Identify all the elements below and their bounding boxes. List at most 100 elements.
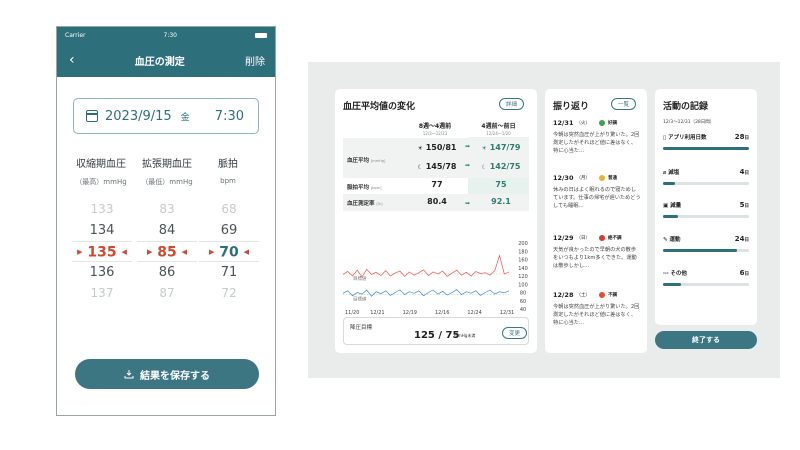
systolic-label: 収縮期血圧 bbox=[76, 159, 126, 170]
activity-count: 24日 bbox=[734, 235, 749, 243]
bp-evening-new: ☾ 142/75 bbox=[481, 162, 521, 171]
col2-range: 12/24～1/20 bbox=[486, 131, 511, 136]
y-tick-label: 60 bbox=[520, 299, 526, 305]
diastolic-label: 拡張期血圧 bbox=[142, 159, 192, 170]
activity-title: 活動の記録 bbox=[663, 102, 709, 112]
download-icon bbox=[124, 370, 134, 379]
change-button[interactable]: 変更 bbox=[502, 327, 528, 339]
review-entry[interactable]: 12/28 （土） 不調 今朝は突然血圧が上がり驚いた。2回測定したがそれほど値に差は… bbox=[553, 291, 641, 327]
review-date: 12/30 （月） 普通 bbox=[553, 174, 641, 182]
activity-count: 5日 bbox=[739, 201, 749, 209]
bp-avg-label: 血圧平均 [mmHg] bbox=[347, 158, 386, 164]
moon-icon: ☾ bbox=[417, 164, 423, 171]
mood-icon bbox=[598, 235, 605, 241]
column-header: 4週前～前日 12/24～1/20 bbox=[468, 121, 529, 137]
bp-morning-new: ☀ 147/79 bbox=[481, 143, 521, 152]
progress-fill bbox=[663, 182, 676, 185]
arrow-right-icon: ➡ bbox=[465, 162, 471, 169]
picker-value: 84 bbox=[158, 223, 176, 238]
systolic-picker[interactable]: 133 134 ▶ 135 ◀ 136 137 bbox=[72, 199, 132, 304]
x-tick-label: 12/31 bbox=[500, 310, 514, 315]
finish-button[interactable]: 終了する bbox=[655, 331, 757, 349]
review-date: 12/28 （土） 不調 bbox=[553, 291, 641, 299]
right-arrow-icon: ▶ bbox=[146, 248, 153, 256]
column-header: 8週～4週前 12/3～12/23 bbox=[405, 121, 465, 137]
mood-label: 普通 bbox=[607, 176, 617, 181]
picker-value: 72 bbox=[221, 286, 237, 300]
back-button[interactable]: ‹ bbox=[69, 53, 75, 67]
run-icon: ✎ bbox=[663, 237, 668, 243]
bp-trend-chart: 200180160140120100806040目標値目標値11/20 12/21… bbox=[343, 241, 528, 315]
battery-icon bbox=[254, 32, 267, 38]
entry-dow: （土） bbox=[576, 293, 590, 298]
activity-row: ▣ 減量 5日 bbox=[663, 201, 749, 218]
activity-count: 28日 bbox=[734, 133, 749, 141]
systolic-selected-value: 135 bbox=[87, 244, 117, 261]
carrier-label: Carrier bbox=[65, 31, 86, 39]
pulse-header: 脈拍 bpm bbox=[207, 155, 249, 185]
rate-old: 80.4 bbox=[427, 197, 447, 206]
page-title: 血圧の測定 bbox=[134, 56, 185, 68]
entry-dow: （火） bbox=[576, 121, 590, 126]
y-tick-label: 120 bbox=[518, 274, 528, 280]
review-date: 12/29 （日） 絶不調 bbox=[553, 234, 641, 242]
activity-card: 活動の記録 12/3～12/31（28日間） ▯ アプリ利用日数 28日 ⌀ 減塩 4… bbox=[655, 89, 757, 325]
bp-morning-old: ☀ 150/81 bbox=[417, 143, 457, 152]
rate-label: 血圧測定率 [%] bbox=[347, 201, 383, 207]
app-bar: ‹ 血圧の測定 削除 bbox=[57, 43, 275, 77]
arrow-right-icon: ➡ bbox=[465, 200, 471, 207]
picker-value: 133 bbox=[90, 202, 114, 216]
target-unit: mmHg未満 bbox=[454, 333, 476, 338]
diastolic-picker[interactable]: 83 84 ▶ 85 ◀ 86 87 bbox=[137, 199, 197, 304]
activity-row: ⌀ 減塩 4日 bbox=[663, 168, 749, 185]
mood-label: 絶不調 bbox=[607, 236, 622, 241]
x-tick-label: 12/21 bbox=[370, 310, 384, 315]
day-of-week: 金 bbox=[180, 112, 190, 123]
entry-date: 12/31 bbox=[553, 119, 574, 127]
list-button[interactable]: 一覧 bbox=[611, 98, 637, 110]
mood-label: 好調 bbox=[607, 121, 617, 126]
x-tick-label: 12/19 bbox=[403, 310, 417, 315]
detail-button[interactable]: 詳細 bbox=[499, 98, 525, 110]
picker-value: 71 bbox=[220, 265, 238, 280]
target-value: 125 / 75 bbox=[414, 330, 460, 341]
mood-icon bbox=[598, 120, 605, 126]
progress-fill bbox=[663, 147, 749, 150]
picker-selected: ▶ 70 ◀ bbox=[199, 241, 259, 262]
scale-icon: ▣ bbox=[663, 203, 669, 209]
activity-progress-bar bbox=[663, 249, 749, 252]
col1-range: 12/3～12/23 bbox=[422, 131, 448, 136]
picker-value: 134 bbox=[89, 223, 115, 238]
review-text: 天気が良かったので早朝の犬の散歩をいつもより1km多くできた。運動は散歩しかし… bbox=[553, 247, 637, 269]
target-box: 降圧目標 125 / 75 mmHg未満 変更 bbox=[343, 317, 529, 345]
time-value: 7:30 bbox=[214, 108, 244, 124]
series-line bbox=[343, 289, 510, 297]
mood-label: 不調 bbox=[607, 293, 617, 298]
goal-line-label: 目標値 bbox=[353, 275, 367, 282]
review-entry[interactable]: 12/30 （月） 普通 休みの日はよく眠れるので寝ためしています。仕事の帰宅が遅いた… bbox=[553, 174, 641, 210]
date-time-selector[interactable]: 2023/9/15 金 7:30 bbox=[73, 98, 259, 134]
y-tick-label: 200 bbox=[518, 241, 528, 247]
review-entry[interactable]: 12/31 （火） 好調今朝は突然血圧が上がり驚いた。2回測定したがそれほど値に差は… bbox=[553, 119, 641, 155]
review-text: 今朝は突然血圧が上がり驚いた。2回測定したがそれほど値に差はなく、特に心当た… bbox=[553, 132, 640, 154]
review-entry[interactable]: 12/29 （日） 絶不調 天気が良かったので早朝の犬の散歩をいつもより1km多くでき… bbox=[553, 234, 641, 270]
save-result-button[interactable]: 結果を保存する bbox=[75, 359, 259, 389]
salt-icon: ⌀ bbox=[663, 170, 667, 176]
entry-date: 12/30 bbox=[553, 174, 574, 182]
delete-button[interactable]: 削除 bbox=[245, 53, 265, 68]
y-tick-label: 40 bbox=[520, 307, 526, 313]
diastolic-selected-value: 85 bbox=[157, 244, 177, 261]
pulse-avg-label: 脈拍平均 [bpm] bbox=[347, 185, 382, 191]
activity-row: ⋯ その他 6日 bbox=[663, 269, 749, 286]
pulse-picker[interactable]: 68 69 ▶ 70 ◀ 71 72 bbox=[199, 199, 259, 304]
diastolic-unit: （最低）mmHg bbox=[141, 178, 193, 186]
picker-value: 137 bbox=[90, 286, 114, 300]
activity-progress-bar bbox=[663, 182, 749, 185]
picker-value: 136 bbox=[89, 265, 115, 280]
goal-line-label: 目標値 bbox=[353, 296, 367, 303]
entry-dow: （月） bbox=[576, 176, 590, 181]
picker-value: 83 bbox=[159, 202, 175, 216]
card-title: 血圧平均値の変化 bbox=[343, 102, 416, 112]
entry-dow: （日） bbox=[576, 236, 590, 241]
pulse-new: 75 bbox=[495, 180, 507, 189]
